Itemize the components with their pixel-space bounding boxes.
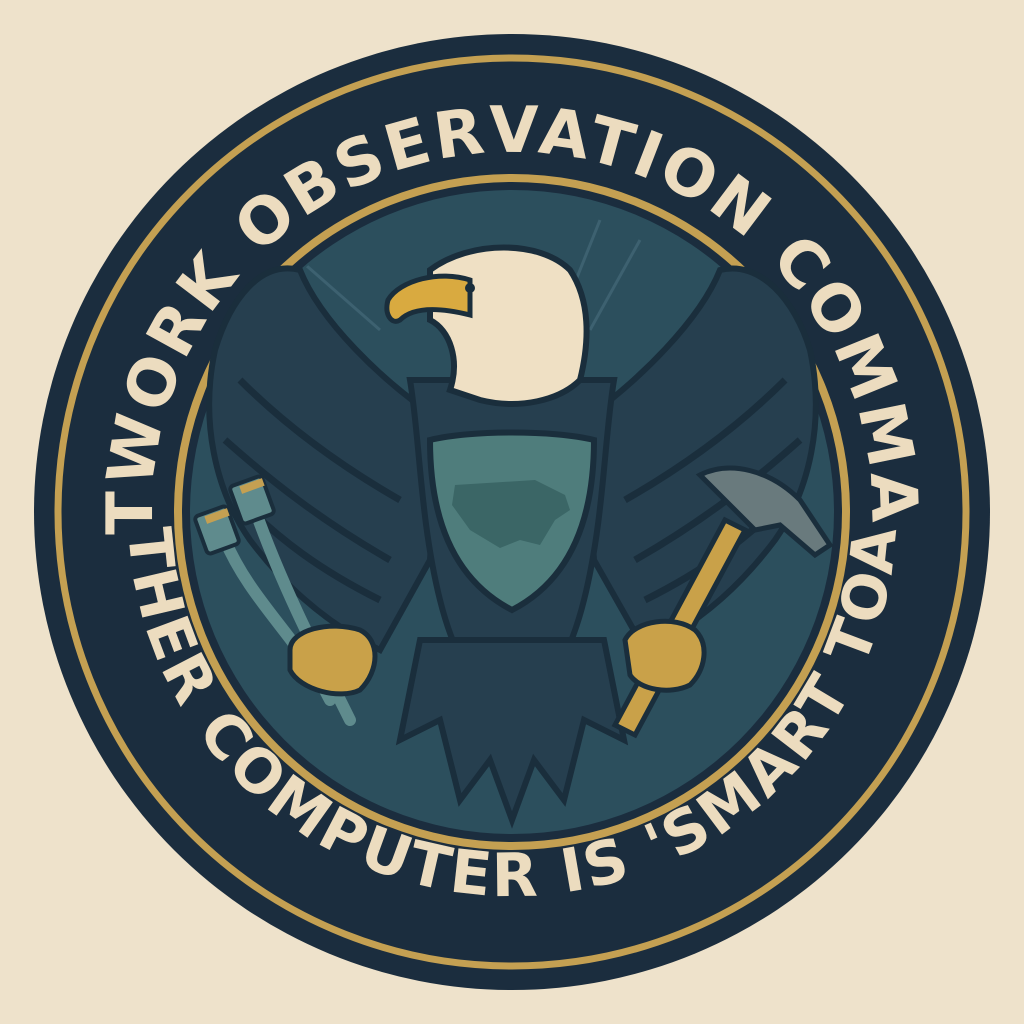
right-talon xyxy=(622,618,707,693)
eagle-head xyxy=(427,244,590,407)
eye xyxy=(465,283,475,293)
seal-graphic: NETWORK OBSERVATION COMMAND MY OTHER COM… xyxy=(0,0,990,990)
left-talon xyxy=(287,623,378,697)
seal-emblem: NETWORK OBSERVATION COMMAND MY OTHER COM… xyxy=(0,0,1024,1024)
